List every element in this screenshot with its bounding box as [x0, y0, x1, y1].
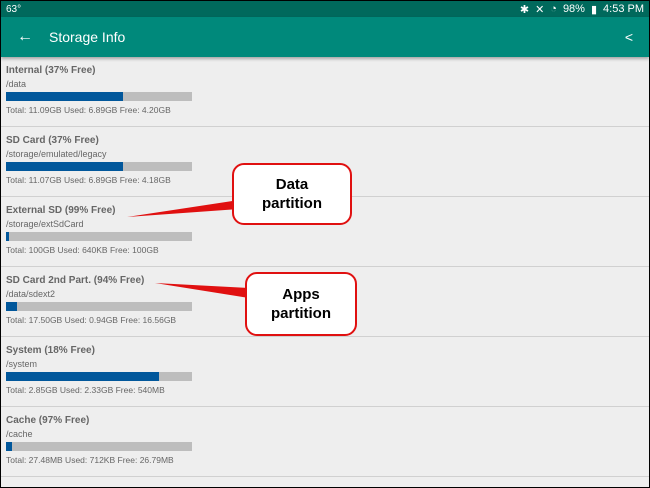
apps-partition-callout: Apps partition: [245, 272, 357, 336]
screen: 63° ✱ ✕ ◔ 98% ▮ 4:53 PM ← Storage Info < Inte…: [1, 1, 649, 487]
data-arrow: [127, 200, 239, 217]
apps-arrow: [155, 283, 249, 298]
data-partition-callout: Data partition: [232, 163, 352, 225]
callout-arrows: [127, 200, 249, 298]
